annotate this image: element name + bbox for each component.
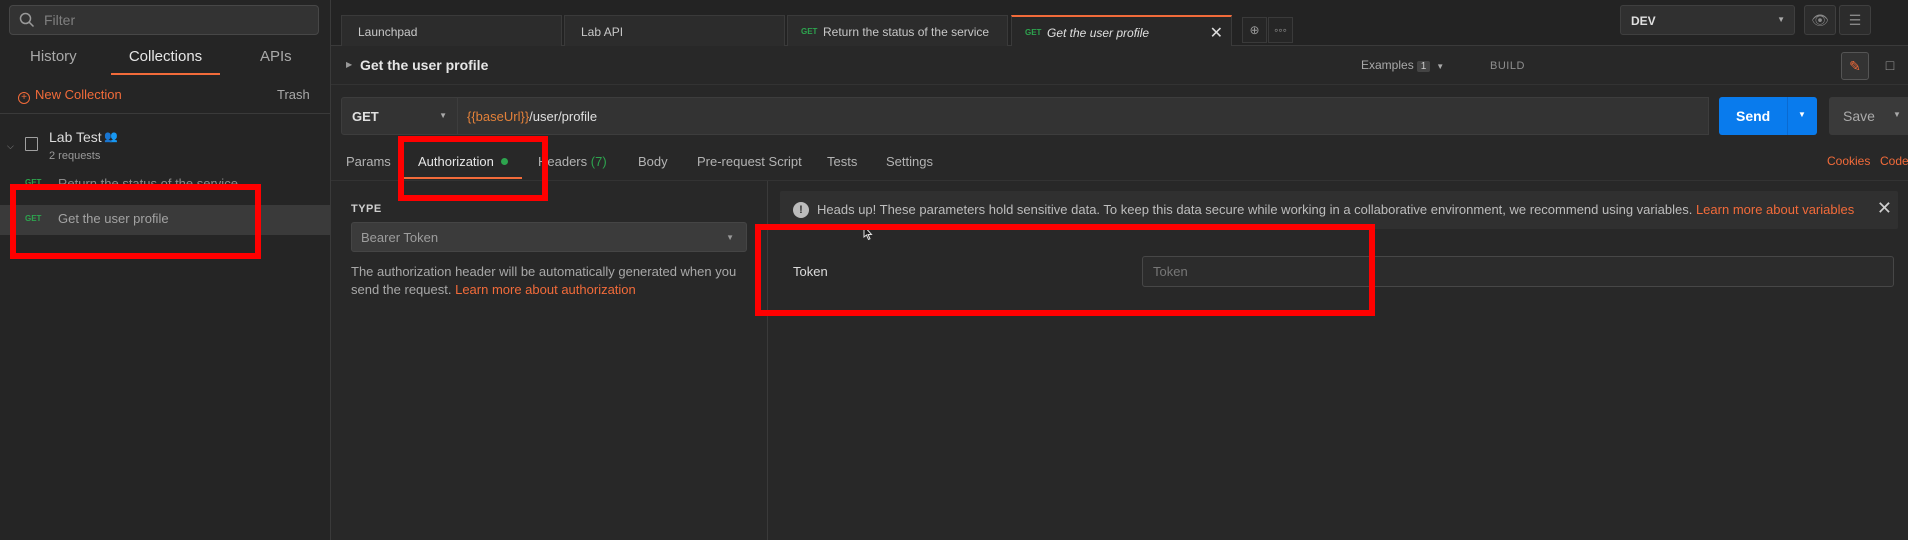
highlight-box-requests bbox=[10, 184, 261, 259]
url-path: /user/profile bbox=[529, 109, 598, 124]
environment-value: DEV bbox=[1631, 14, 1656, 28]
new-collection-button[interactable]: + New Collection bbox=[18, 87, 122, 104]
tab-history[interactable]: History bbox=[30, 48, 77, 75]
tab-headers[interactable]: Headers (7) bbox=[538, 154, 607, 169]
method-select[interactable]: GET ▼ bbox=[341, 97, 458, 135]
method-value: GET bbox=[352, 109, 379, 124]
learn-more-variables-link[interactable]: Learn more about variables bbox=[1696, 202, 1854, 217]
new-collection-label: New Collection bbox=[35, 87, 122, 102]
tab-label: Lab API bbox=[581, 25, 624, 39]
tab-label: Launchpad bbox=[358, 25, 418, 39]
chevron-down-icon: ▼ bbox=[1777, 15, 1785, 24]
environment-select[interactable]: DEV ▼ bbox=[1620, 5, 1795, 35]
request-header: ▶ Get the user profile Examples 1 ▼ BUILD … bbox=[331, 47, 1908, 85]
build-mode-label: BUILD bbox=[1490, 60, 1525, 72]
save-options-icon[interactable]: ▼ bbox=[1893, 110, 1901, 119]
tab-request-status[interactable]: GET Return the status of the service bbox=[787, 15, 1008, 46]
settings-sliders-icon[interactable]: ☰ bbox=[1839, 5, 1871, 35]
info-icon: ! bbox=[793, 202, 809, 218]
tab-params[interactable]: Params bbox=[346, 154, 391, 169]
save-label: Save bbox=[1843, 108, 1875, 124]
url-variable: {{baseUrl}} bbox=[467, 109, 530, 124]
team-icon: 👥 bbox=[104, 131, 118, 143]
eye-icon[interactable]: 👁 bbox=[1804, 5, 1836, 35]
send-button[interactable]: Send ▼ bbox=[1719, 97, 1817, 135]
close-icon[interactable]: ✕ bbox=[1877, 198, 1892, 219]
tab-launchpad[interactable]: Launchpad bbox=[341, 15, 562, 46]
tab-method: GET bbox=[1025, 28, 1042, 37]
examples-label: Examples bbox=[1361, 58, 1414, 72]
tab-request-user-profile[interactable]: GET Get the user profile ✕ bbox=[1011, 15, 1232, 46]
highlight-box-token-field bbox=[755, 224, 1375, 316]
save-button[interactable]: Save ▼ bbox=[1829, 97, 1908, 135]
collection-name: Lab Test bbox=[49, 129, 102, 145]
send-label: Send bbox=[1736, 108, 1771, 124]
tab-pre-request-script[interactable]: Pre-request Script bbox=[697, 154, 802, 169]
type-label: TYPE bbox=[351, 203, 382, 215]
plus-icon: + bbox=[18, 92, 30, 104]
url-input[interactable]: {{baseUrl}}/user/profile bbox=[458, 97, 1709, 135]
auth-type-select[interactable]: Bearer Token ▼ bbox=[351, 222, 747, 252]
auth-description: The authorization header will be automat… bbox=[351, 263, 751, 299]
divider bbox=[1787, 97, 1788, 135]
cookies-link[interactable]: Cookies bbox=[1827, 154, 1870, 168]
collection-lab-test[interactable]: ⌵ Lab Test 👥 2 requests bbox=[0, 126, 330, 166]
code-link[interactable]: Code bbox=[1880, 154, 1908, 168]
examples-count: 1 bbox=[1416, 61, 1431, 72]
chevron-down-icon[interactable]: ⌵ bbox=[7, 141, 14, 152]
tab-collections[interactable]: Collections bbox=[111, 48, 220, 75]
tab-tests[interactable]: Tests bbox=[827, 154, 857, 169]
expand-arrow-icon[interactable]: ▶ bbox=[346, 60, 352, 69]
alert-text: Heads up! These parameters hold sensitiv… bbox=[817, 202, 1693, 217]
filter-box bbox=[9, 5, 319, 35]
comments-icon[interactable]: □ bbox=[1876, 52, 1904, 80]
chevron-down-icon: ▼ bbox=[726, 233, 734, 242]
auth-type-panel: TYPE Bearer Token ▼ The authorization he… bbox=[331, 181, 768, 540]
request-title: Get the user profile bbox=[360, 57, 489, 73]
folder-icon bbox=[25, 137, 38, 151]
new-tab-button[interactable]: ⊕ bbox=[1242, 17, 1267, 43]
tab-lab-api[interactable]: Lab API bbox=[564, 15, 785, 46]
filter-input[interactable] bbox=[44, 9, 304, 31]
trash-button[interactable]: Trash bbox=[277, 87, 310, 102]
tab-label: Return the status of the service bbox=[823, 25, 990, 39]
tab-apis[interactable]: APIs bbox=[260, 48, 292, 75]
chevron-down-icon: ▼ bbox=[1436, 62, 1445, 71]
headers-count: (7) bbox=[590, 154, 607, 169]
search-icon bbox=[19, 12, 35, 28]
chevron-down-icon: ▼ bbox=[439, 111, 447, 120]
close-tab-icon[interactable]: ✕ bbox=[1210, 23, 1223, 43]
highlight-box-authorization-tab bbox=[398, 136, 548, 201]
collection-meta: 2 requests bbox=[49, 150, 101, 162]
tab-bar: Launchpad Lab API GET Return the status o… bbox=[331, 0, 1908, 46]
send-options-icon[interactable]: ▼ bbox=[1798, 110, 1806, 119]
more-tabs-button[interactable]: ◦◦◦ bbox=[1268, 17, 1293, 43]
tab-method: GET bbox=[801, 27, 818, 36]
auth-type-value: Bearer Token bbox=[361, 230, 439, 245]
edit-pencil-icon[interactable]: ✎ bbox=[1841, 52, 1869, 80]
tab-label: Get the user profile bbox=[1047, 26, 1150, 40]
tab-settings[interactable]: Settings bbox=[886, 154, 933, 169]
divider bbox=[0, 113, 330, 114]
sidebar: History Collections APIs + New Collection… bbox=[0, 0, 331, 540]
learn-more-authorization-link[interactable]: Learn more about authorization bbox=[455, 282, 636, 297]
examples-dropdown[interactable]: Examples 1 ▼ bbox=[1361, 58, 1444, 72]
sidebar-tabs: History Collections APIs bbox=[0, 48, 330, 75]
tab-body[interactable]: Body bbox=[638, 154, 668, 169]
